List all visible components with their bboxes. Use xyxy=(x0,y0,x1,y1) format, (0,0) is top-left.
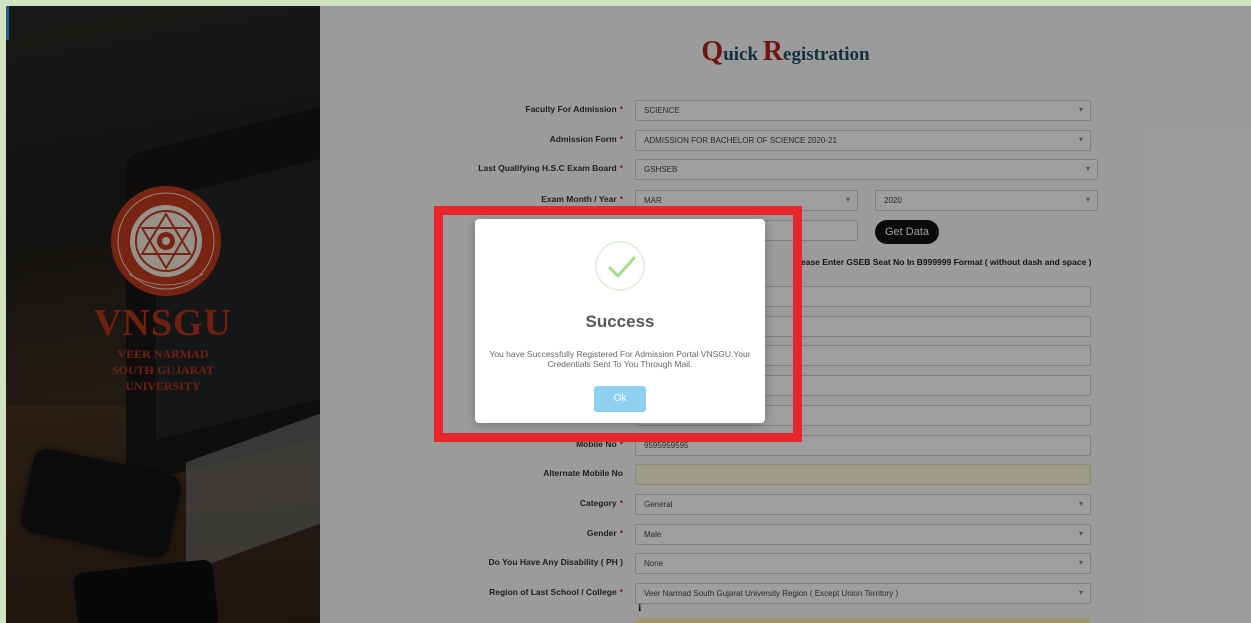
app-frame: VNSGU VEER NARMAD SOUTH GUJARAT UNIVERSI… xyxy=(6,6,1251,623)
ok-button[interactable]: Ok xyxy=(594,386,646,412)
check-icon xyxy=(608,256,636,278)
success-check-circle xyxy=(595,241,645,291)
modal-message: You have Successfully Registered For Adm… xyxy=(489,349,751,369)
success-modal: Success You have Successfully Registered… xyxy=(475,219,765,423)
modal-title: Success xyxy=(585,312,655,331)
